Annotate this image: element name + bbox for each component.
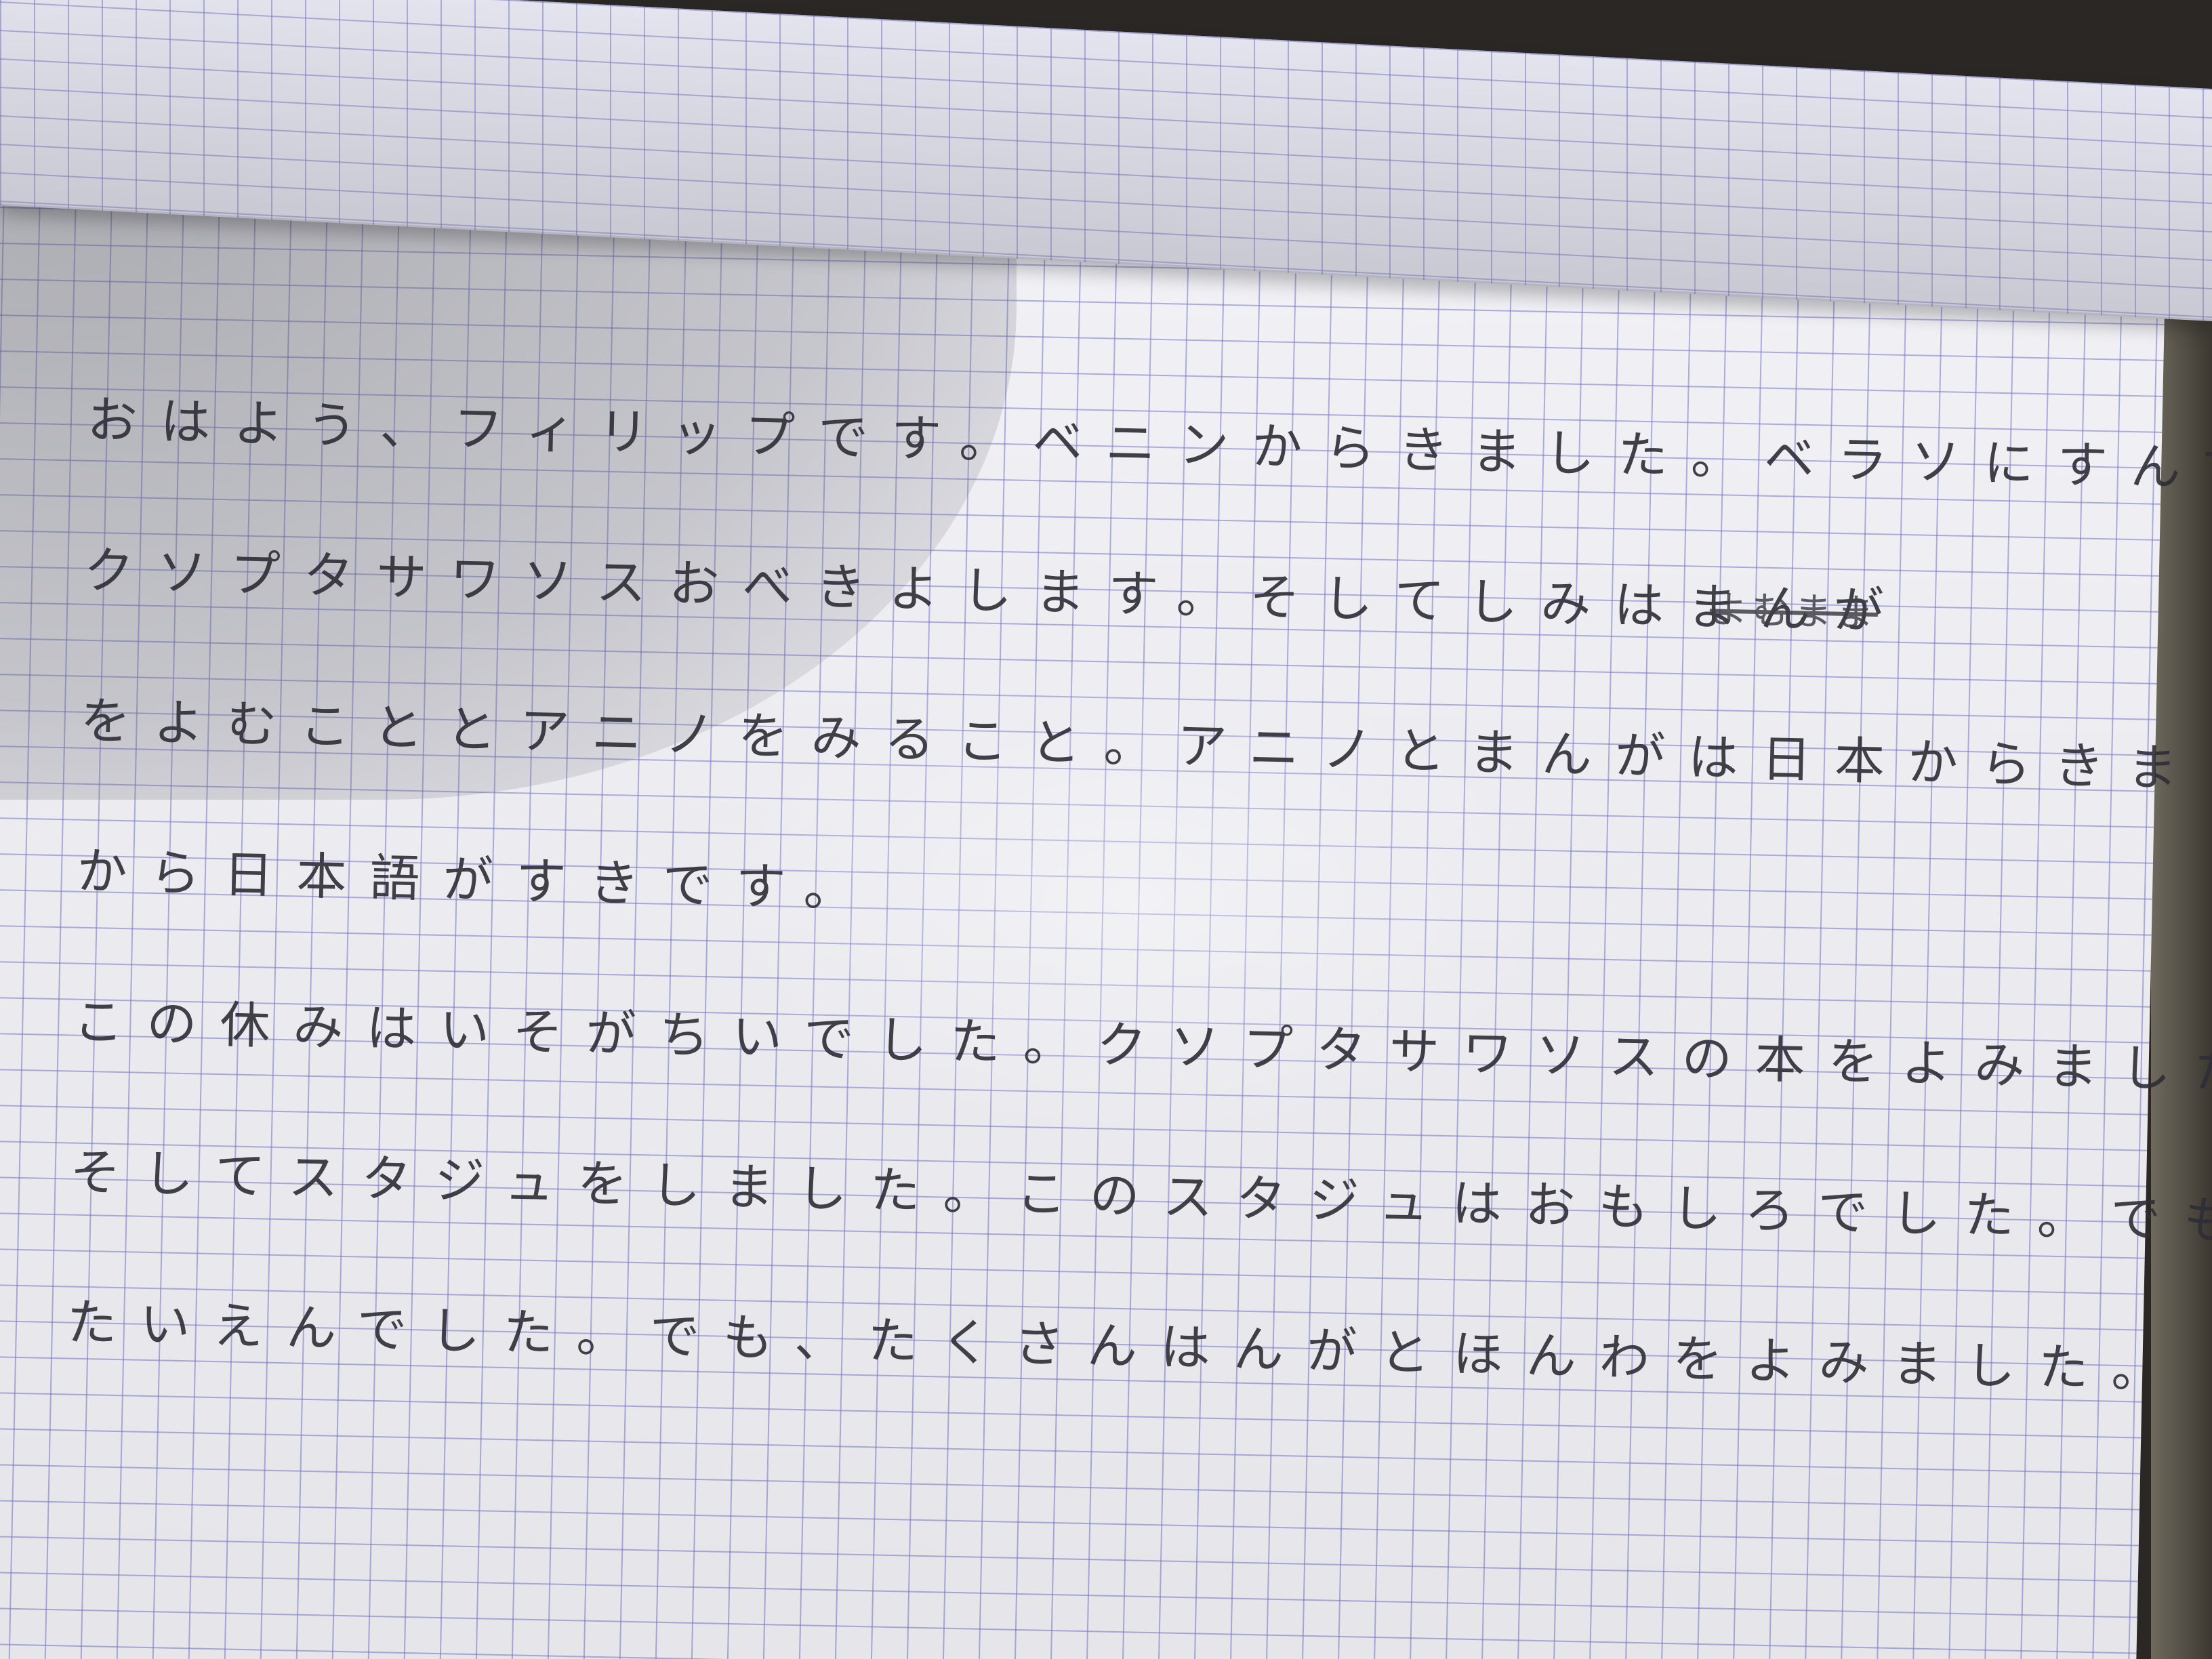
handwritten-text: おはよう、フィリップです。ベニンからきました。ベラソにすんでいます。 クソプタサ… [64, 380, 2212, 1479]
text-line-5: この休みはいそがちいでした。クソプタサワソスの本をよみました、 [73, 992, 2212, 1103]
text-line-7: たいえんでした。でも、たくさんはんがとほんわをよみました。 [66, 1293, 2186, 1400]
text-line-6: そしてスタジュをしました。このスタジュはおもしろでした。でもすこち [69, 1143, 2212, 1256]
text-line-3: をよむこととアニノをみること。アニノとまんがは日本からきました、 [79, 691, 2212, 804]
notebook-photo: おはよう、フィリップです。ベニンからきました。ベラソにすんでいます。 クソプタサ… [0, 0, 2212, 1659]
text-line-2: クソプタサワソスおべきよします。そしてしみはまんが よむまま [83, 530, 2131, 657]
text-line-4: から日本語がすきです。 [76, 842, 878, 919]
struck-out-word: よむまま [1709, 588, 1879, 636]
